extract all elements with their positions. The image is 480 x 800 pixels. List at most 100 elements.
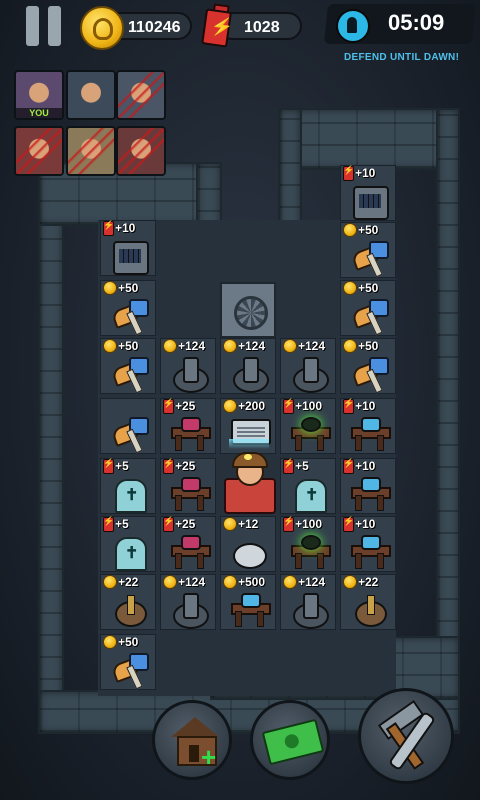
- income-value: +5: [295, 459, 309, 473]
- income-indicator: +10: [343, 165, 375, 181]
- income-value: +500: [238, 575, 266, 589]
- grid-tile[interactable]: +50: [100, 338, 156, 394]
- defense-item-table-blue: [349, 415, 391, 451]
- income-indicator: +5: [283, 458, 309, 474]
- grid-tile[interactable]: +22: [100, 574, 156, 630]
- shop-button[interactable]: [250, 700, 330, 780]
- pause-button[interactable]: [26, 6, 64, 46]
- battery-icon: [103, 458, 114, 474]
- battery-icon: [283, 458, 294, 474]
- defense-item-door: ✝: [289, 475, 329, 513]
- build-room-button[interactable]: +: [152, 700, 232, 780]
- wall-top-right: [278, 108, 458, 170]
- battery-icon: [283, 516, 294, 532]
- grid-tile[interactable]: +50: [340, 222, 396, 278]
- player-portrait[interactable]: [66, 126, 116, 176]
- defense-item-axe: [109, 297, 149, 336]
- grid-tile[interactable]: +124: [160, 338, 216, 394]
- upgrade-button[interactable]: [358, 688, 454, 784]
- grid-tile[interactable]: +50: [340, 280, 396, 336]
- grid-tile[interactable]: +500: [220, 574, 276, 630]
- wall-right: [436, 108, 460, 712]
- grid-tile[interactable]: +5 ✝: [100, 516, 156, 572]
- grid-tile[interactable]: +50: [100, 280, 156, 336]
- grid-tile[interactable]: [100, 398, 156, 454]
- grid-tile[interactable]: +5 ✝: [280, 458, 336, 514]
- defense-item-axe: [349, 239, 389, 278]
- vault-door[interactable]: [220, 282, 276, 338]
- defense-item-ac: [229, 415, 271, 451]
- income-indicator: +50: [343, 281, 378, 295]
- income-value: +25: [175, 459, 196, 473]
- pause-icon-bar: [48, 6, 61, 46]
- player-portrait[interactable]: YOU: [14, 70, 64, 120]
- defense-item-axe: [109, 651, 149, 690]
- coin-icon: [283, 575, 297, 589]
- grid-tile[interactable]: +10: [340, 516, 396, 572]
- battery-icon: [103, 220, 114, 236]
- defense-item-table: [169, 533, 211, 569]
- income-indicator: +124: [223, 339, 265, 353]
- defense-item-turret: [289, 591, 329, 629]
- income-indicator: +10: [103, 220, 136, 236]
- player-portrait[interactable]: [66, 70, 116, 120]
- income-indicator: +124: [163, 575, 205, 589]
- income-indicator: +50: [343, 339, 378, 353]
- grid-tile[interactable]: +5 ✝: [100, 458, 156, 514]
- income-indicator: +50: [103, 635, 138, 649]
- grid-tile[interactable]: +100: [280, 516, 336, 572]
- coin-icon: [223, 339, 237, 353]
- coin-icon: [223, 575, 237, 589]
- wall-left: [38, 162, 64, 726]
- income-value: +25: [175, 517, 196, 531]
- coin-icon: [343, 223, 357, 237]
- grid-tile[interactable]: +50: [340, 338, 396, 394]
- income-value: +50: [118, 339, 139, 353]
- grid-tile[interactable]: +10: [340, 458, 396, 514]
- grid-tile[interactable]: +124: [280, 574, 336, 630]
- player-portrait[interactable]: [116, 70, 166, 120]
- defense-item-turret: [169, 355, 209, 393]
- income-value: +25: [175, 399, 196, 413]
- grid-tile[interactable]: +10: [340, 398, 396, 454]
- income-indicator: +10: [343, 398, 375, 414]
- player-avatar-in-bed: [222, 452, 276, 514]
- grid-tile[interactable]: +124: [160, 574, 216, 630]
- income-indicator: +10: [343, 458, 375, 474]
- income-value: +124: [298, 339, 326, 353]
- income-indicator: +22: [103, 575, 138, 589]
- defense-item-table-blue: [349, 533, 391, 569]
- grid-tile[interactable]: +10: [340, 165, 396, 221]
- defense-item-table: [169, 415, 211, 451]
- grid-tile[interactable]: +124: [220, 338, 276, 394]
- defense-item-table-green: [289, 415, 331, 451]
- defense-item-bed: [349, 182, 389, 220]
- income-indicator: +50: [343, 223, 378, 237]
- grid-tile[interactable]: +25: [160, 398, 216, 454]
- grid-tile[interactable]: +200: [220, 398, 276, 454]
- coin-count: 110246: [128, 19, 181, 36]
- objective-text: DEFEND UNTIL DAWN!: [344, 52, 460, 63]
- grid-tile[interactable]: +124: [280, 338, 336, 394]
- grid-tile[interactable]: +100: [280, 398, 336, 454]
- grid-tile[interactable]: +25: [160, 458, 216, 514]
- coin-icon: [163, 339, 177, 353]
- income-value: +124: [178, 575, 206, 589]
- defense-item-door: ✝: [109, 475, 149, 513]
- battery-icon: [343, 516, 354, 532]
- defense-item-turret: [289, 355, 329, 393]
- grid-tile[interactable]: +10: [100, 220, 156, 276]
- grid-tile[interactable]: +50: [100, 634, 156, 690]
- income-value: +10: [115, 221, 136, 235]
- income-value: +22: [358, 575, 379, 589]
- player-portrait[interactable]: [14, 126, 64, 176]
- grid-tile[interactable]: +12: [220, 516, 276, 572]
- income-value: +50: [358, 223, 379, 237]
- grid-tile[interactable]: +25: [160, 516, 216, 572]
- battery-icon: [163, 398, 174, 414]
- battery-icon: [283, 398, 294, 414]
- defense-item-bed: [109, 237, 149, 275]
- player-portrait[interactable]: [116, 126, 166, 176]
- grid-tile[interactable]: +22: [340, 574, 396, 630]
- battery-icon: [343, 458, 354, 474]
